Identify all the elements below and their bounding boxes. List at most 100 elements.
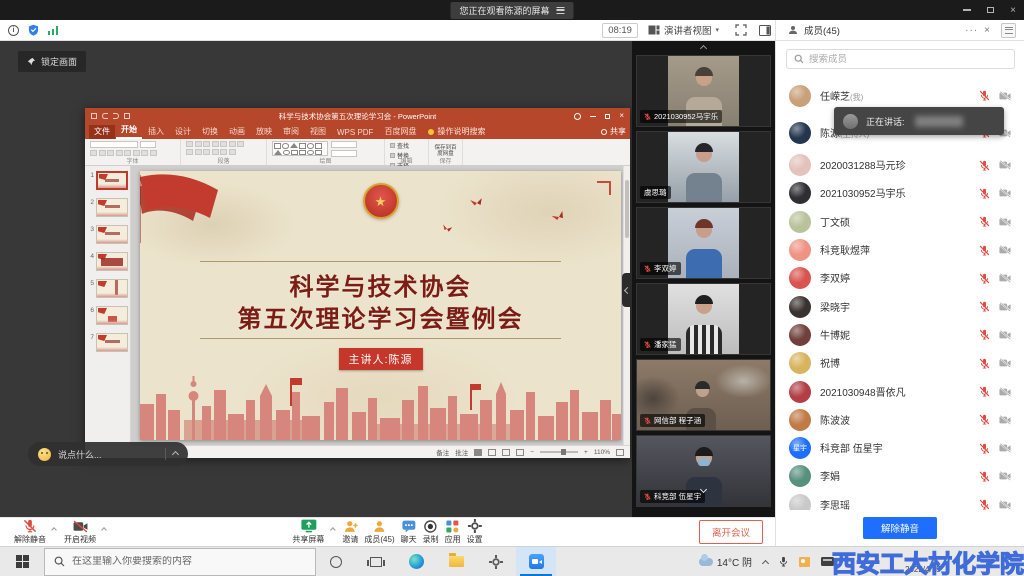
fullscreen-button[interactable] (735, 24, 747, 36)
settings-button[interactable]: 设置 (467, 519, 483, 545)
member-row[interactable]: 梁晓宇 (776, 292, 1024, 320)
slide-thumbnail[interactable]: 6 (88, 306, 130, 325)
chevron-up-icon[interactable] (172, 450, 179, 457)
mic-muted-icon[interactable] (979, 245, 990, 256)
ppt-ribbon-tab[interactable]: 审阅 (278, 125, 304, 139)
mic-muted-icon[interactable] (979, 160, 990, 171)
ppt-ribbon-tab[interactable]: 动画 (224, 125, 250, 139)
taskbar-search-input[interactable] (72, 556, 306, 567)
share-options-caret[interactable] (330, 519, 334, 537)
minimize-icon[interactable] (963, 9, 971, 11)
meeting-app-button[interactable] (516, 547, 556, 576)
panel-menu-icon[interactable] (1001, 23, 1016, 38)
close-panel-icon[interactable]: × (984, 25, 991, 36)
banner-menu-icon[interactable] (557, 7, 565, 14)
close-icon[interactable]: × (1010, 5, 1016, 16)
camera-off-icon[interactable] (999, 160, 1011, 170)
video-options-caret[interactable] (102, 519, 106, 537)
pin-screen-button[interactable]: 锁定画面 (18, 51, 86, 72)
mic-muted-icon[interactable] (979, 273, 990, 284)
invite-button[interactable]: 邀请 (342, 520, 358, 545)
zoom-level[interactable]: 110% (594, 449, 610, 456)
tray-mic-icon[interactable] (779, 556, 788, 567)
member-row[interactable]: 李双婷 (776, 264, 1024, 292)
slide-thumbnail[interactable]: 4 (88, 252, 130, 271)
slide-thumbnail[interactable]: 1 (88, 171, 130, 190)
current-slide[interactable]: ★ 科学与技术协会 第五次理论学习会暨例会 主讲人:陈源 (140, 171, 621, 440)
shapes-gallery[interactable] (272, 141, 328, 156)
video-thumbnail[interactable]: 潘家猛 (636, 283, 771, 355)
mic-muted-icon[interactable] (979, 90, 990, 101)
zoom-slider[interactable] (540, 451, 578, 453)
camera-off-icon[interactable] (999, 217, 1011, 227)
video-thumbnail[interactable]: 2021030952马宇乐 (636, 55, 771, 127)
cortana-button[interactable] (316, 547, 356, 576)
member-search-input[interactable] (809, 54, 1007, 65)
camera-off-icon[interactable] (999, 245, 1011, 255)
video-thumbnail[interactable]: 网信部 程子涵 (636, 359, 771, 431)
ribbon-group-save-baidu[interactable]: 保存到百度网盘 保存 (429, 139, 463, 165)
scroll-down-chevron[interactable] (637, 487, 770, 492)
more-options-icon[interactable]: ··· (965, 25, 978, 36)
settings-button[interactable] (476, 547, 516, 576)
font-size-box[interactable] (140, 141, 156, 148)
member-row[interactable]: 星宇科竞部 伍星宇 (776, 434, 1024, 462)
edge-browser-button[interactable] (396, 547, 436, 576)
mic-muted-icon[interactable] (979, 443, 990, 454)
emoji-icon[interactable] (38, 448, 51, 461)
maximize-icon[interactable] (987, 7, 994, 13)
camera-off-icon[interactable] (999, 273, 1011, 283)
member-row[interactable]: 祝博 (776, 349, 1024, 377)
member-row[interactable]: 陈波波 (776, 406, 1024, 434)
reading-view-icon[interactable] (502, 449, 510, 456)
comments-button[interactable]: 批注 (455, 447, 468, 457)
say-something-toast[interactable]: 说点什么... (28, 442, 188, 466)
side-panel-toggle[interactable] (759, 25, 771, 36)
mic-muted-icon[interactable] (979, 188, 990, 199)
tell-me-search[interactable]: 操作说明搜索 (428, 126, 485, 139)
slide-thumbnail[interactable]: 5 (88, 279, 130, 298)
ppt-ribbon-tab[interactable]: 设计 (170, 125, 196, 139)
member-row[interactable]: 丁文硕 (776, 208, 1024, 236)
camera-off-icon[interactable] (999, 330, 1011, 340)
video-thumbnail[interactable]: 李双婷 (636, 207, 771, 279)
record-button[interactable]: 录制 (423, 520, 439, 545)
slide-thumbnail[interactable]: 2 (88, 198, 130, 217)
video-thumbnail[interactable]: 科竞部 伍星宇 (636, 435, 771, 507)
member-row[interactable]: 2021030952马宇乐 (776, 179, 1024, 207)
slide-thumbnail[interactable]: 3 (88, 225, 130, 244)
weather-widget[interactable]: 14°C 阴 (699, 554, 752, 569)
chat-button[interactable]: 聊天 (401, 520, 417, 545)
ppt-minimize-icon[interactable] (590, 116, 596, 117)
notes-button[interactable]: 备注 (436, 447, 449, 457)
redo-icon[interactable] (113, 113, 119, 119)
paragraph-icons-bottom[interactable] (186, 149, 261, 155)
view-mode-dropdown[interactable]: 演讲者视图 ▾ (648, 23, 719, 37)
camera-off-icon[interactable] (999, 302, 1011, 312)
video-strip-collapse-handle[interactable] (622, 273, 632, 307)
mic-muted-icon[interactable] (979, 329, 990, 340)
account-avatar[interactable] (574, 113, 581, 120)
camera-off-icon[interactable] (999, 471, 1011, 481)
apps-button[interactable]: 应用 (445, 520, 461, 545)
mic-muted-icon[interactable] (979, 386, 990, 397)
ppt-ribbon-tab[interactable]: WPS PDF (332, 127, 378, 139)
camera-off-icon[interactable] (999, 443, 1011, 453)
member-row[interactable]: 李思瑶 (776, 491, 1024, 510)
member-row[interactable]: 科竞耿煜萍 (776, 236, 1024, 264)
security-shield-icon[interactable] (28, 24, 39, 36)
taskbar-search-box[interactable] (44, 548, 316, 576)
zoom-in-icon[interactable]: + (584, 449, 588, 456)
ppt-ribbon-tab[interactable]: 视图 (305, 125, 331, 139)
tray-screenshot-icon[interactable] (799, 557, 810, 567)
member-row[interactable]: 李娟 (776, 462, 1024, 490)
normal-view-icon[interactable] (474, 449, 482, 456)
unmute-mic-button[interactable]: 解除静音 (14, 519, 46, 545)
leave-meeting-button[interactable]: 离开会议 (699, 520, 763, 544)
quick-access-toolbar[interactable] (91, 113, 130, 119)
members-button[interactable]: 成员(45) (364, 520, 394, 545)
file-explorer-button[interactable] (436, 547, 476, 576)
mic-muted-icon[interactable] (979, 216, 990, 227)
camera-off-icon[interactable] (999, 91, 1011, 101)
member-row[interactable]: 2020031288马元珍 (776, 151, 1024, 179)
